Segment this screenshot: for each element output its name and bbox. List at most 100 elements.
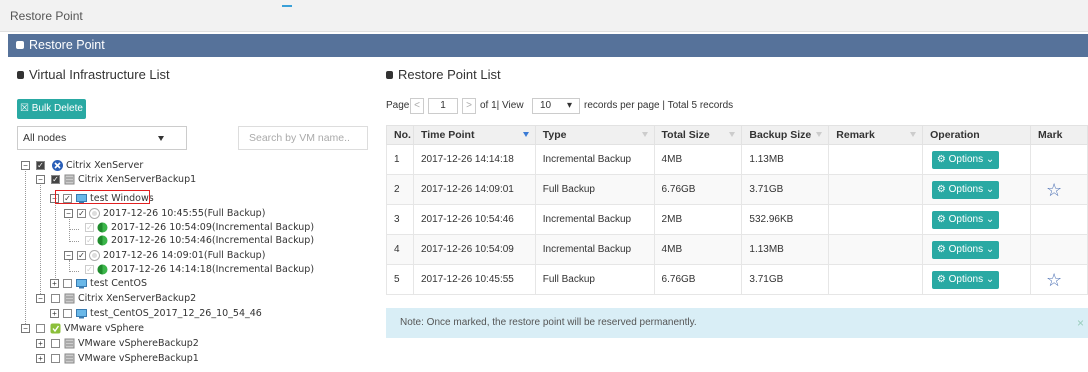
column-header-label: Backup Size	[749, 129, 812, 141]
restore-icon	[16, 41, 24, 49]
chevron-down-icon: ⌄	[983, 273, 995, 285]
remark-cell	[828, 264, 924, 295]
options-button[interactable]: ⚙ Options ⌄	[932, 180, 1000, 199]
chevron-down-icon: ⌄	[983, 243, 995, 255]
tree-node-label[interactable]: 2017-12-26 10:45:55(Full Backup)	[103, 208, 265, 220]
column-header-time[interactable]: Time Point	[412, 125, 536, 145]
node-checkbox[interactable]: ✓	[77, 251, 86, 260]
node-checkbox[interactable]: ✓	[77, 209, 86, 218]
full-backup-icon	[89, 208, 100, 219]
star-icon[interactable]: ☆	[1046, 180, 1062, 200]
backup-type-cell: Full Backup	[534, 264, 655, 295]
tree-node-label[interactable]: Citrix XenServerBackup2	[78, 293, 196, 305]
per-page-select[interactable]: 10 ▾	[532, 98, 580, 114]
column-header: Mark	[1030, 125, 1088, 145]
prev-page-button[interactable]: <	[410, 98, 424, 114]
time-point-cell: 2017-12-26 14:09:01	[412, 174, 536, 205]
total-size-cell: 6.76GB	[653, 264, 743, 295]
tree-node-label[interactable]: 2017-12-26 14:14:18(Incremental Backup)	[111, 264, 314, 276]
tree-node-label[interactable]: 2017-12-26 10:54:46(Incremental Backup)	[111, 235, 314, 247]
list-icon	[386, 71, 393, 79]
virtual-infrastructure-label: Virtual Infrastructure List	[29, 67, 170, 82]
tree-node-label[interactable]: VMware vSphere	[64, 323, 144, 335]
next-page-button[interactable]: >	[462, 98, 476, 114]
star-icon[interactable]: ☆	[1046, 270, 1062, 290]
options-button[interactable]: ⚙ Options ⌄	[932, 210, 1000, 229]
collapse-toggle[interactable]: −	[64, 251, 73, 260]
options-label: Options	[948, 153, 984, 165]
options-button[interactable]: ⚙ Options ⌄	[932, 270, 1000, 289]
options-button[interactable]: ⚙ Options ⌄	[932, 150, 1000, 169]
node-checkbox[interactable]: ✓	[51, 175, 60, 184]
options-label: Options	[948, 183, 984, 195]
vm-icon	[76, 279, 87, 289]
tree-node-label[interactable]: 2017-12-26 10:54:09(Incremental Backup)	[111, 222, 314, 234]
mark-cell: ☆	[1030, 264, 1088, 295]
tree-node-label[interactable]: VMware vSphereBackup1	[78, 353, 199, 365]
restore-icon: ⚙	[936, 183, 949, 195]
backup-size-cell: 1.13MB	[741, 234, 830, 265]
column-header-total[interactable]: Total Size	[653, 125, 743, 145]
trash-icon: ☒	[20, 103, 30, 114]
backup-type-cell: Full Backup	[534, 174, 655, 205]
close-icon[interactable]: ×	[1077, 308, 1084, 338]
page-label: Page	[386, 100, 410, 111]
server-icon	[64, 174, 75, 185]
tree-connector	[25, 167, 26, 330]
tree-node-label[interactable]: test CentOS	[90, 278, 147, 290]
vm-search-placeholder: Search by VM name..	[249, 132, 350, 144]
node-checkbox[interactable]	[63, 279, 72, 288]
table-body: 1 2017-12-26 14:14:18 Incremental Backup 4M…	[386, 144, 1088, 295]
node-checkbox[interactable]	[51, 339, 60, 348]
backup-size-cell: 3.71GB	[741, 264, 830, 295]
restore-icon: ⚙	[936, 153, 949, 165]
node-checkbox[interactable]: ✓	[85, 223, 94, 232]
node-checkbox[interactable]	[51, 294, 60, 303]
node-select[interactable]: All nodes	[17, 126, 187, 150]
chevron-down-icon	[158, 136, 164, 141]
incremental-backup-icon	[97, 222, 108, 233]
column-header-remark[interactable]: Remark	[828, 125, 924, 145]
table-row: 5 2017-12-26 10:45:55 Full Backup 6.76GB 3.7…	[386, 264, 1088, 295]
options-button[interactable]: ⚙ Options ⌄	[932, 240, 1000, 259]
collapse-toggle[interactable]: −	[36, 175, 45, 184]
bulk-delete-button[interactable]: ☒ Bulk Delete	[17, 99, 86, 119]
tree-node-label[interactable]: 2017-12-26 14:09:01(Full Backup)	[103, 250, 265, 262]
row-number-cell: 4	[386, 234, 414, 265]
mark-cell	[1030, 234, 1088, 265]
operation-cell: ⚙ Options ⌄	[922, 174, 1031, 205]
column-header-type[interactable]: Type	[534, 125, 655, 145]
collapse-toggle[interactable]: −	[21, 161, 30, 170]
expand-toggle[interactable]: +	[36, 354, 45, 363]
restore-icon: ⚙	[936, 243, 949, 255]
expand-toggle[interactable]: +	[36, 339, 45, 348]
vm-search-input[interactable]: Search by VM name..	[238, 126, 368, 150]
note-banner: Note: Once marked, the restore point wil…	[386, 308, 1088, 338]
node-checkbox[interactable]	[36, 324, 45, 333]
tree-node-label[interactable]: Citrix XenServerBackup1	[78, 174, 196, 186]
tree-node-label[interactable]: test_CentOS_2017_12_26_10_54_46	[90, 308, 262, 320]
collapse-toggle[interactable]: −	[21, 324, 30, 333]
node-checkbox[interactable]: ✓	[36, 161, 45, 170]
restore-icon: ⚙	[936, 273, 949, 285]
panel-header: Restore Point	[8, 34, 1088, 57]
mark-cell	[1030, 144, 1088, 175]
node-checkbox[interactable]	[63, 309, 72, 318]
column-header-backup[interactable]: Backup Size	[741, 125, 830, 145]
node-checkbox[interactable]	[51, 354, 60, 363]
node-checkbox[interactable]: ✓	[85, 265, 94, 274]
page-number-input[interactable]: 1	[428, 98, 458, 114]
table-header-row: No. Time Point Type Total Size Backup Si…	[386, 125, 1088, 145]
collapse-toggle[interactable]: −	[36, 294, 45, 303]
total-size-cell: 4MB	[653, 144, 743, 175]
tree-node-label[interactable]: Citrix XenServer	[66, 160, 143, 172]
expand-toggle[interactable]: +	[50, 309, 59, 318]
accent-line	[282, 5, 292, 7]
restore-point-list-title: Restore Point List	[386, 67, 501, 82]
tree-node-label[interactable]: VMware vSphereBackup2	[78, 338, 199, 350]
collapse-toggle[interactable]: −	[64, 209, 73, 218]
chevron-down-icon: ⌄	[983, 213, 995, 225]
node-checkbox[interactable]: ✓	[85, 236, 94, 245]
remark-cell	[828, 144, 924, 175]
expand-toggle[interactable]: +	[50, 279, 59, 288]
